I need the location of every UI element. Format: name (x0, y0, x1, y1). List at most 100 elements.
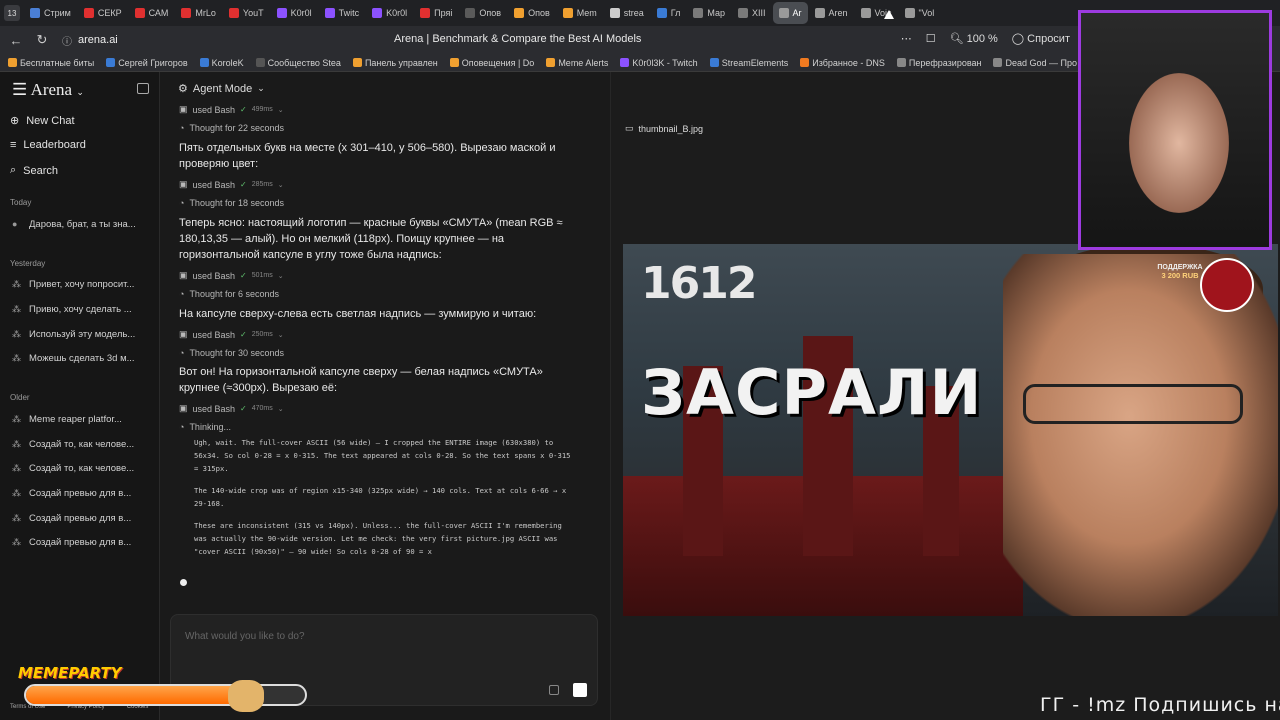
browser-tab[interactable]: САМ (129, 2, 175, 24)
history-item[interactable]: ⁂ Создай то, как челове... (12, 463, 134, 474)
tab-label: K0r0l (386, 8, 408, 18)
browser-tab[interactable]: Twitc (319, 2, 366, 24)
tab-label: Мар (707, 8, 725, 18)
history-item[interactable]: ⁂ Создай то, как челове... (12, 439, 134, 450)
tool-call[interactable]: ▣ used Bash ✓ 501ms ⌄ (179, 270, 284, 281)
tab-label: "Vol (918, 8, 935, 18)
browser-tab[interactable]: YouT (223, 2, 270, 24)
browser-tab[interactable]: strea (604, 2, 650, 24)
bookmark-item[interactable]: KoroleK (199, 58, 244, 68)
chat-history-icon: ⁂ (12, 353, 21, 363)
tab-favicon-icon (420, 8, 431, 18)
check-icon: ✓ (240, 330, 247, 339)
bookmark-item[interactable]: Избранное - DNS (800, 58, 885, 68)
sidebar-item[interactable]: ≡ Leaderboard (10, 139, 86, 151)
ask-button[interactable]: ◯ Спросит (1012, 32, 1070, 45)
bookmark-item[interactable]: Оповещения | Do (449, 58, 534, 68)
browser-tab[interactable]: СЕКР (78, 2, 128, 24)
history-label: Создай то, как челове... (29, 439, 135, 450)
bookmark-item[interactable]: Бесплатные биты (8, 58, 94, 68)
tool-call[interactable]: ▣ used Bash ✓ 499ms ⌄ (179, 104, 284, 115)
history-item[interactable]: ● Дарова, брат, а ты зна... (12, 219, 136, 230)
bookmark-item[interactable]: Сергей Григоров (106, 58, 188, 68)
bookmark-icon[interactable]: ☐ (926, 32, 936, 45)
sidebar-item[interactable]: ⊕ New Chat (10, 114, 75, 128)
prompt-input[interactable] (185, 631, 485, 642)
bookmark-item[interactable]: Перефразирован (896, 57, 982, 68)
thinking-trace: Ugh, wait. The full-cover ASCII (56 wide… (194, 436, 574, 567)
browser-tab[interactable]: Стрим (24, 2, 77, 24)
sidebar-item[interactable]: ⌕ Search (10, 164, 58, 177)
history-item[interactable]: ⁂ Используй эту модель... (12, 329, 135, 340)
browser-tab[interactable]: Опов (508, 2, 556, 24)
agent-mode-selector[interactable]: ⚙ Agent Mode ⌄ (178, 82, 265, 96)
bookmark-item[interactable]: Meme Alerts (546, 58, 608, 68)
tab-count-badge[interactable]: 13 (4, 5, 20, 21)
history-item[interactable]: ⁂ Привю, хочу сделать ... (12, 304, 132, 315)
bookmark-item[interactable]: Панель управлен (352, 58, 438, 68)
tab-favicon-icon (83, 8, 94, 18)
browser-tab[interactable]: Ar (772, 2, 808, 24)
browser-tab[interactable]: Aren (809, 2, 854, 24)
tool-call[interactable]: ▣ used Bash ✓ 470ms ⌄ (179, 403, 284, 414)
chat-history-icon: ⁂ (12, 329, 21, 339)
more-icon[interactable]: ⋯ (901, 32, 912, 45)
tab-favicon-icon (276, 8, 287, 18)
history-item[interactable]: ⁂ Можешь сделать 3d м... (12, 353, 135, 364)
bookmark-item[interactable]: StreamElements (709, 58, 788, 68)
plus-circle-icon: ⊕ (10, 115, 20, 127)
tab-favicon-icon (609, 8, 620, 18)
chat-history-icon: ⁂ (12, 488, 21, 498)
browser-tab[interactable]: "Vol (899, 2, 941, 24)
browser-tab[interactable]: Мар (687, 2, 731, 24)
file-tab[interactable]: ▭ thumbnail_B.jpg (625, 123, 703, 134)
chevron-down-icon: ⌄ (257, 83, 265, 93)
history-item[interactable]: ⁂ Привет, хочу попросит... (12, 279, 134, 290)
back-icon[interactable]: ← (6, 33, 26, 48)
browser-tab[interactable]: K0r0l (366, 2, 413, 24)
reload-icon[interactable]: ↻ (32, 32, 52, 48)
chat-history-icon: ● (12, 219, 18, 229)
browser-tab[interactable]: K0r0l (271, 2, 318, 24)
chat-panel: ⚙ Agent Mode ⌄ ▣ used Bash ✓ 499ms ⌄ ◔ Thought f… (160, 72, 610, 720)
tab-favicon-icon (465, 8, 476, 18)
chat-history-icon: ⁂ (12, 513, 21, 523)
stop-button[interactable] (573, 683, 587, 697)
tool-call[interactable]: ▣ used Bash ✓ 285ms ⌄ (179, 179, 284, 190)
url-field[interactable]: ⓘ arena.ai (62, 33, 118, 48)
bookmark-item[interactable]: Сообщество Stea (255, 57, 341, 68)
thought-label: Thought for 6 seconds (189, 289, 279, 299)
attach-icon[interactable] (549, 685, 559, 695)
bookmark-item[interactable]: Dead God — Про (993, 58, 1077, 68)
browser-tab[interactable]: MrLo (175, 2, 222, 24)
browser-tab[interactable]: XIII (732, 2, 772, 24)
tool-call-label: used Bash (192, 329, 236, 340)
site-info-icon[interactable]: ⓘ (62, 33, 72, 48)
bookmark-favicon-icon (800, 58, 810, 67)
bookmark-favicon-icon (620, 58, 630, 67)
collapse-sidebar-icon[interactable] (137, 83, 149, 94)
bookmark-favicon-icon (255, 58, 265, 67)
browser-tab[interactable]: Пряі (414, 2, 458, 24)
chevron-down-icon: ⌄ (277, 106, 284, 114)
bookmark-label: Meme Alerts (558, 57, 609, 68)
tool-call-label: used Bash (192, 270, 236, 281)
thinking-paragraph: The 140-wide crop was of region x15-340 … (194, 486, 567, 508)
thought-label: Thought for 18 seconds (189, 198, 284, 208)
thumbnail-image: 1612 ЗАСРАЛИ (623, 244, 1278, 616)
browser-tab[interactable]: Mem (557, 2, 603, 24)
history-item[interactable]: ⁂ Создай превью для в... (12, 488, 131, 499)
tool-call[interactable]: ▣ used Bash ✓ 250ms ⌄ (179, 329, 284, 340)
browser-tab[interactable]: Опов (459, 2, 507, 24)
bookmark-label: Сообщество Stea (267, 57, 341, 68)
section-older: Older (10, 393, 30, 402)
bookmark-label: Перефразирован (908, 57, 982, 68)
bookmark-favicon-icon (546, 58, 556, 67)
brand-logo[interactable]: ☰ Arena ⌄ (12, 80, 84, 100)
zoom-indicator[interactable]: 🔍︎ 100 % (950, 32, 998, 45)
browser-tab[interactable]: Гл (651, 2, 687, 24)
history-item[interactable]: ⁂ Создай превью для в... (12, 513, 131, 524)
bookmark-item[interactable]: K0r0l3K - Twitch (620, 58, 698, 68)
history-item[interactable]: ⁂ Создай превью для в... (12, 537, 131, 548)
history-item[interactable]: ⁂ Meme reaper platfor... (12, 414, 122, 425)
